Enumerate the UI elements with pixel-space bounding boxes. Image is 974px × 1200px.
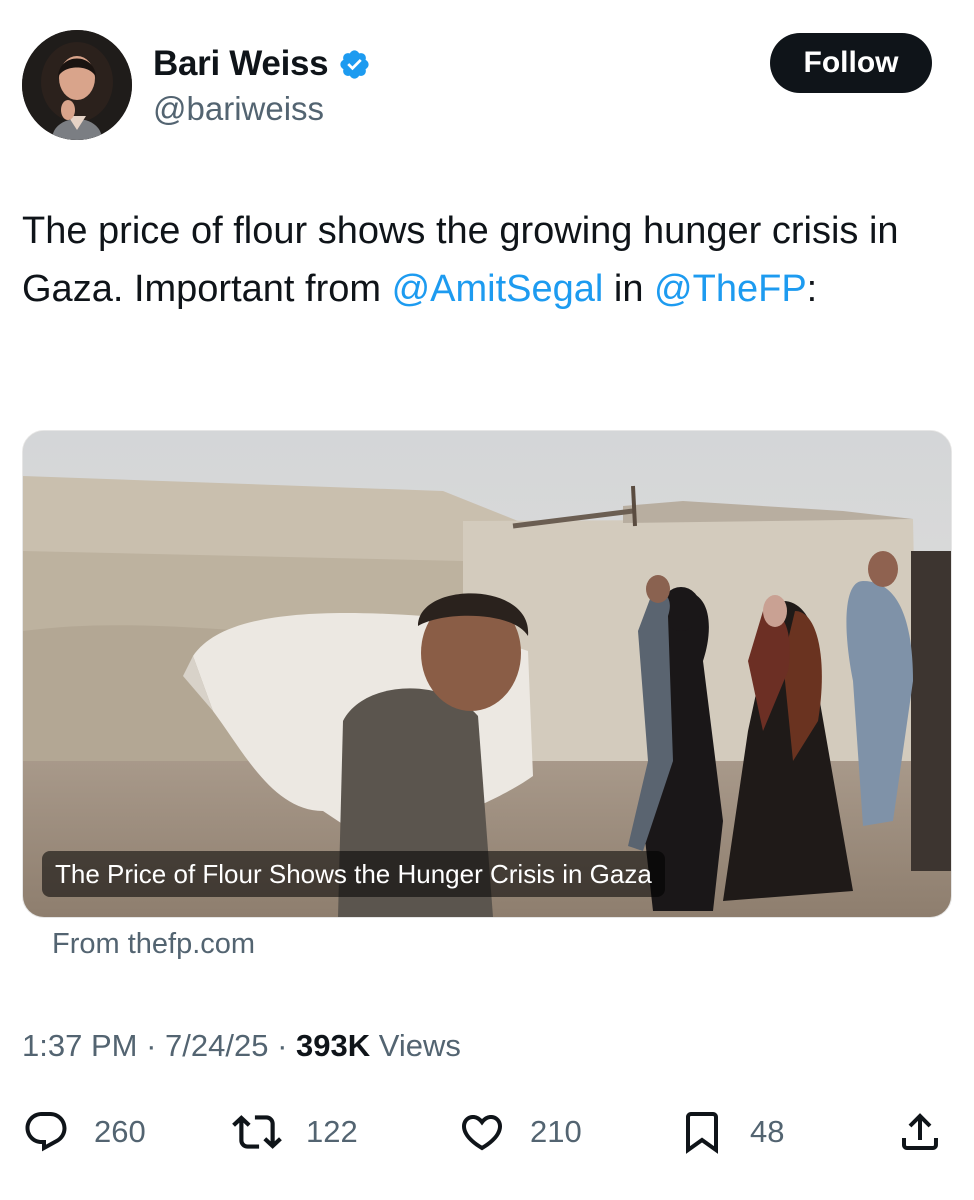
display-name[interactable]: Bari Weiss (153, 44, 329, 84)
tweet-meta: 1:37 PM · 7/24/25 · 393K Views (22, 1028, 461, 1064)
verified-badge-icon (338, 48, 371, 81)
action-bar: 260 122 210 48 (22, 1104, 944, 1164)
reply-button[interactable]: 260 (22, 1104, 146, 1160)
share-button[interactable] (896, 1104, 944, 1160)
like-count: 210 (530, 1114, 582, 1149)
card-image (23, 431, 951, 917)
tweet-date[interactable]: 7/24/25 (165, 1028, 268, 1063)
meta-separator: · (277, 1028, 288, 1063)
bookmark-button[interactable]: 48 (678, 1104, 784, 1160)
mention-link[interactable]: @TheFP (654, 268, 807, 310)
bookmark-count: 48 (750, 1114, 785, 1149)
avatar[interactable] (22, 30, 132, 140)
card-source[interactable]: From thefp.com (52, 928, 255, 961)
bookmark-icon (678, 1108, 726, 1156)
retweet-button[interactable]: 122 (232, 1104, 358, 1160)
reply-count: 260 (94, 1114, 146, 1149)
like-button[interactable]: 210 (458, 1104, 582, 1160)
tweet-time[interactable]: 1:37 PM (22, 1028, 137, 1063)
retweet-icon (232, 1107, 282, 1157)
card-title[interactable]: The Price of Flour Shows the Hunger Cris… (42, 851, 665, 897)
tweet-header: Bari Weiss @bariweiss Follow (22, 30, 932, 142)
tweet-text-part: in (603, 268, 655, 310)
name-row: Bari Weiss (153, 44, 371, 84)
handle[interactable]: @bariweiss (153, 90, 324, 128)
tweet-text-part: : (806, 268, 818, 310)
link-card[interactable] (22, 430, 952, 918)
meta-separator: · (146, 1028, 157, 1063)
heart-icon (458, 1108, 506, 1156)
views-count: 393K (296, 1028, 371, 1063)
views-label: Views (378, 1028, 461, 1063)
tweet-text: The price of flour shows the growing hun… (22, 202, 942, 318)
mention-link[interactable]: @AmitSegal (392, 268, 604, 310)
share-icon (896, 1108, 944, 1156)
reply-icon (22, 1108, 70, 1156)
follow-button[interactable]: Follow (770, 33, 932, 93)
retweet-count: 122 (306, 1114, 358, 1149)
